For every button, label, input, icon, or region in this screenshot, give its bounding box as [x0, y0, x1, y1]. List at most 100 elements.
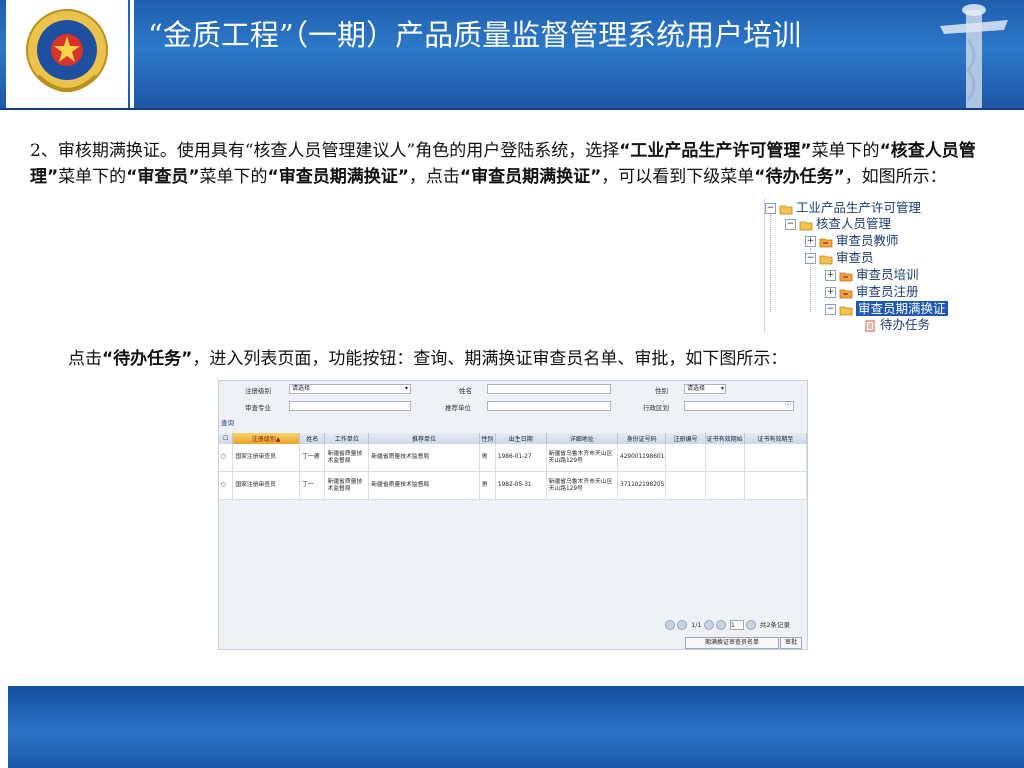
p1-text-7: ，如图所示：	[844, 167, 947, 187]
go-page-icon[interactable]	[745, 620, 756, 630]
table-row[interactable]: ○ 国家注册审查员 丁一 新疆省质量技术监督局 新疆省质量技术监督局 男 198…	[219, 471, 808, 500]
prev-page-icon[interactable]	[677, 620, 687, 630]
p2-text-2: ，进入列表页面，功能按钮：查询、期满换证审查员名单、审批，如下图所示：	[192, 349, 788, 369]
p1-bold-menu-4: “审查员期满换证”	[267, 167, 409, 187]
record-count: 共2条记录	[759, 621, 790, 629]
menu-tree: − 工业产品生产许可管理 − 核查人员管理 + 审查员教师 − 审查员 + 审查员培训 +…	[764, 198, 969, 332]
tree-node-label: 审查员培训	[856, 267, 919, 282]
last-page-icon[interactable]	[715, 620, 726, 630]
next-page-icon[interactable]	[703, 620, 714, 630]
document-icon	[865, 320, 875, 331]
col-header-birth-date[interactable]: 出生日期	[495, 433, 547, 444]
cell: 新疆省质量技术监督局	[324, 471, 370, 500]
expand-icon[interactable]: +	[825, 270, 836, 281]
cell: 371102198205310520	[617, 471, 667, 500]
col-header-name[interactable]: 姓名	[299, 433, 326, 444]
help-icon[interactable]: ⓘ	[785, 402, 791, 410]
table-row[interactable]: ○ 国家注册审查员 丁一德 新疆省质量技术监督局 新疆省质量技术监督局 男 19…	[219, 444, 808, 472]
region-input[interactable]: ⓘ	[684, 401, 794, 411]
table-header-row: ☐ 注册级别▲ 姓名 工作单位 推荐单位 性别 出生日期 详细地址 身份证号码 …	[219, 433, 808, 444]
p1-text-5: ，点击	[408, 167, 460, 187]
collapse-icon[interactable]: −	[785, 219, 796, 230]
cell	[744, 444, 808, 472]
cell: 男	[479, 471, 496, 500]
select-all-checkbox[interactable]: ☐	[219, 433, 234, 444]
gender-label: 性别	[655, 387, 668, 395]
p1-text-3: 菜单下的	[58, 167, 127, 187]
col-header-gender[interactable]: 性别	[479, 433, 496, 444]
cell	[705, 444, 745, 472]
cell	[665, 471, 706, 500]
cell: 1986-01-27	[495, 444, 547, 472]
collapse-icon[interactable]: −	[805, 253, 816, 264]
tree-node-label: 工业产品生产许可管理	[796, 200, 922, 215]
reviewer-list-screenshot: 注册级别 请选择 ▾ 姓名 性别 请选择 ▾ 审查专业 推荐单位 行政区划 ⓘ 查询…	[218, 380, 808, 650]
tree-guide-line	[770, 212, 771, 312]
p1-text-2: 菜单下的	[811, 141, 880, 161]
expand-icon[interactable]: +	[825, 287, 836, 298]
reviewer-table: ☐ 注册级别▲ 姓名 工作单位 推荐单位 性别 出生日期 详细地址 身份证号码 …	[219, 433, 808, 500]
col-header-id-number[interactable]: 身份证号码	[617, 433, 667, 444]
region-label: 行政区划	[643, 404, 669, 412]
tree-node-inspector-mgmt[interactable]: − 核查人员管理	[785, 215, 891, 233]
footer-bar	[8, 686, 1024, 768]
folder-open-icon	[799, 221, 813, 230]
collapse-icon[interactable]: −	[825, 304, 836, 315]
cell: 429001198601271615	[617, 444, 667, 472]
col-header-reg-level[interactable]: 注册级别▲	[232, 433, 301, 444]
huabiao-pillar-icon	[940, 4, 1008, 108]
tree-node-reviewer-training[interactable]: + 审查员培训	[825, 266, 919, 284]
header-divider	[130, 0, 134, 110]
cell: 新疆省质量技术监督局	[324, 444, 370, 472]
reg-level-select[interactable]: 请选择 ▾	[289, 384, 411, 394]
expand-icon[interactable]: +	[805, 236, 816, 247]
header-banner: “金质工程”（一期）产品质量监督管理系统用户培训	[0, 0, 1024, 110]
col-header-recommend-unit[interactable]: 推荐单位	[368, 433, 480, 444]
major-input[interactable]	[289, 401, 411, 411]
tree-node-reviewer[interactable]: − 审查员	[805, 249, 874, 267]
name-input[interactable]	[487, 384, 611, 394]
p1-bold-menu-6: “待办任务”	[754, 167, 845, 187]
tree-node-reviewer-teacher[interactable]: + 审查员教师	[805, 232, 899, 250]
folder-arrow-icon	[839, 272, 853, 281]
row-radio[interactable]: ○	[219, 444, 234, 472]
first-page-icon[interactable]	[665, 620, 675, 630]
cell: 国家注册审查员	[232, 444, 301, 472]
folder-open-icon	[839, 306, 853, 315]
cell: 丁一	[299, 471, 326, 500]
tree-node-label: 审查员注册	[856, 284, 919, 299]
emblem-panel	[6, 0, 128, 108]
p1-bold-menu-5: “审查员期满换证”	[459, 167, 602, 187]
p1-text-1: 2、审核期满换证。使用具有“核查人员管理建议人”角色的用户登陆系统，选择	[30, 141, 620, 161]
query-button[interactable]: 查询	[221, 417, 234, 427]
cell	[665, 444, 706, 472]
col-header-valid-to[interactable]: 证书有效期至	[744, 433, 808, 444]
col-header-work-unit[interactable]: 工作单位	[324, 433, 370, 444]
gender-select[interactable]: 请选择 ▾	[684, 384, 726, 394]
approve-button[interactable]: 审批	[780, 637, 802, 649]
cell: 新疆省质量技术监督局	[368, 444, 480, 472]
p2-text-1: 点击	[68, 349, 102, 369]
page-input[interactable]: 1	[729, 620, 744, 630]
tree-node-pending-tasks[interactable]: 待办任务	[863, 316, 930, 334]
tree-node-reviewer-registration[interactable]: + 审查员注册	[825, 283, 919, 301]
reg-level-value: 请选择	[292, 385, 311, 392]
folder-open-icon	[779, 205, 793, 214]
reg-level-label: 注册级别	[245, 387, 271, 395]
renewal-list-button[interactable]: 期满换证审查员名单	[685, 637, 779, 649]
p2-bold-menu-1: “待办任务”	[102, 349, 193, 369]
p1-bold-menu-3: “审查员”	[126, 167, 200, 187]
row-radio[interactable]: ○	[219, 471, 234, 500]
col-header-address[interactable]: 详细地址	[546, 433, 619, 444]
col-header-valid-from[interactable]: 证书有效期始	[705, 433, 745, 444]
p1-text-4: 菜单下的	[199, 167, 268, 187]
gender-value: 请选择	[687, 385, 706, 392]
tree-node-label: 核查人员管理	[816, 216, 892, 231]
major-label: 审查专业	[245, 404, 271, 412]
folder-open-icon	[819, 255, 833, 264]
col-header-reg-number[interactable]: 注册编号	[665, 433, 706, 444]
recommend-input[interactable]	[487, 401, 611, 411]
folder-arrow-icon	[839, 289, 853, 298]
collapse-icon[interactable]: −	[765, 203, 776, 214]
page-indicator: 1/1	[691, 621, 702, 629]
